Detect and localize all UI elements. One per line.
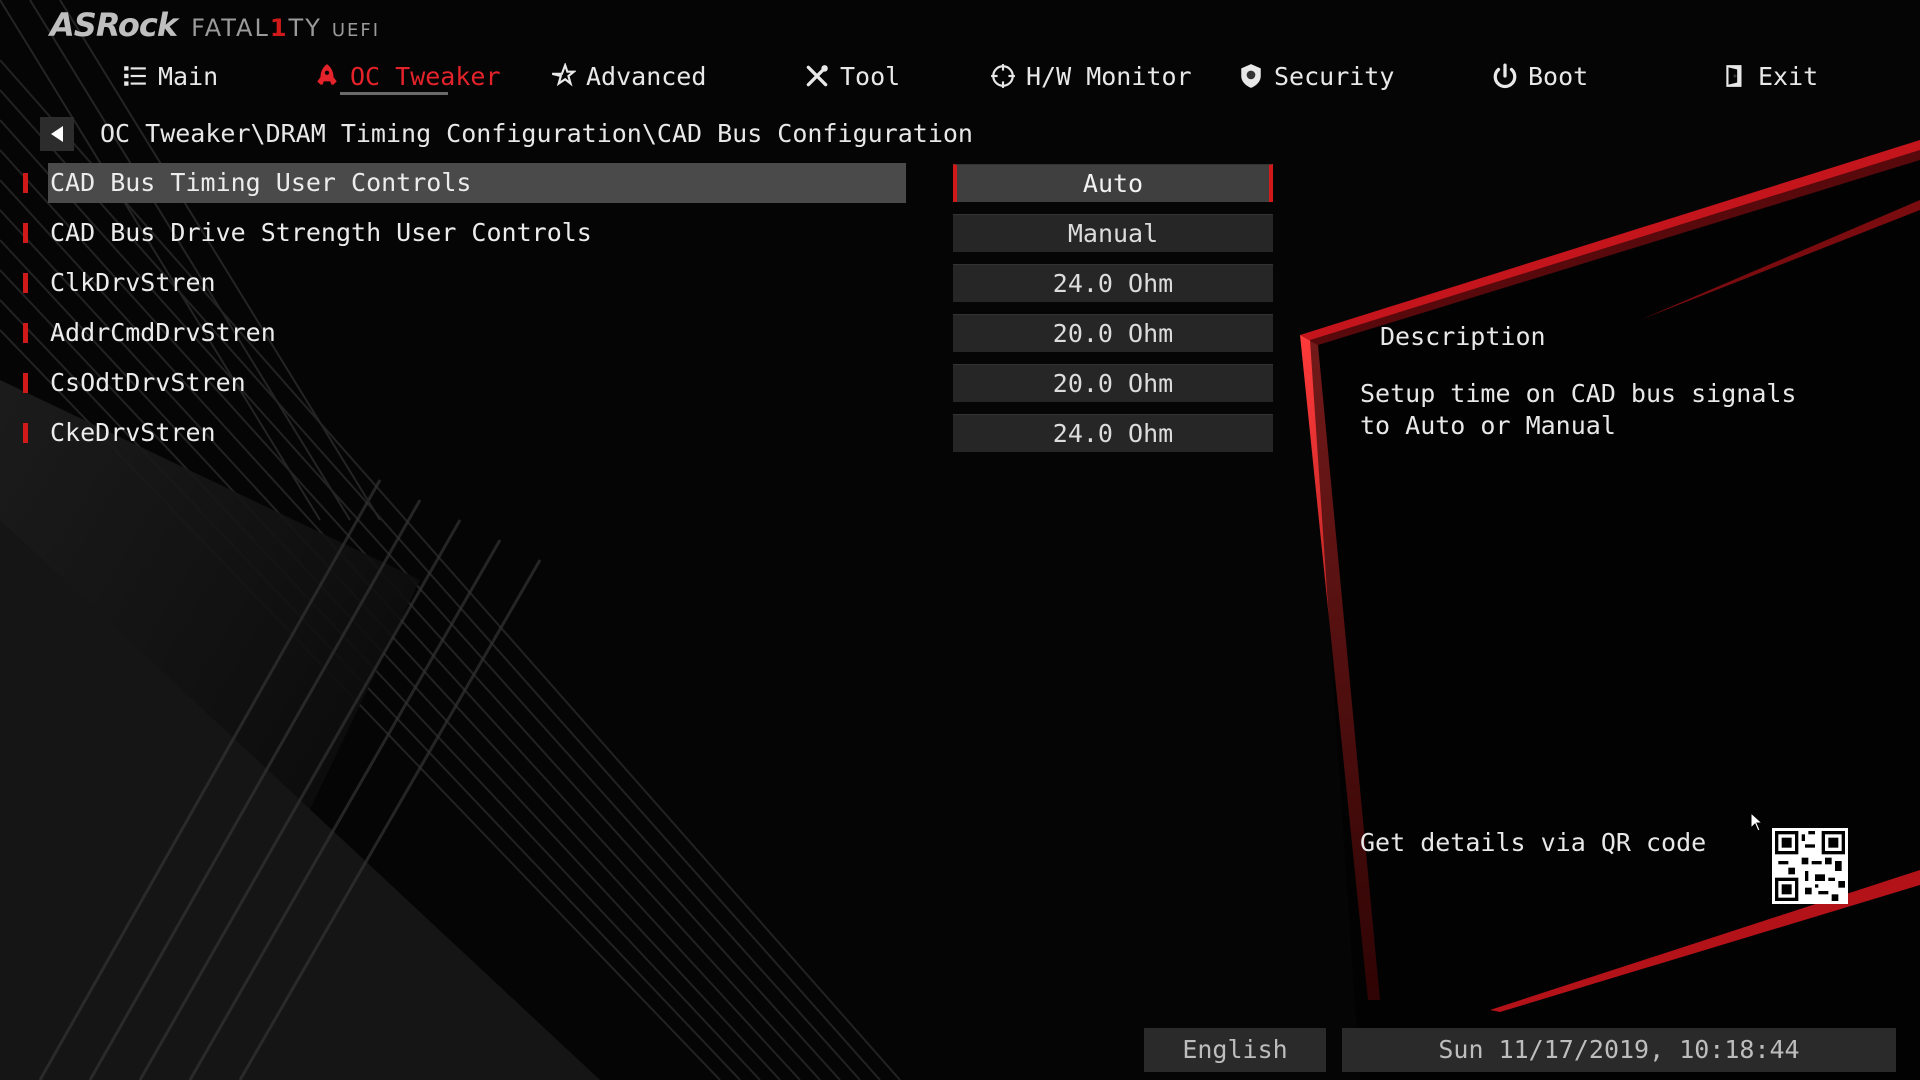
date-time-display: Sun 11/17/2019, 10:18:44 [1342,1028,1896,1072]
setting-label: CkeDrvStren [50,418,216,447]
value-ckedrvstren-dropdown[interactable]: 24.0 Ohm [953,414,1273,452]
tab-advanced-label: Advanced [586,61,707,91]
list-icon [124,66,146,86]
power-icon [1493,63,1517,89]
value-csodtdrvstren-dropdown[interactable]: 20.0 Ohm [953,364,1273,402]
value-addrcmddrvstren-dropdown[interactable]: 20.0 Ohm [953,314,1273,352]
tab-exit-label: Exit [1758,61,1819,91]
setting-label: CAD Bus Timing User Controls [50,168,472,197]
row-marker [23,223,28,243]
setting-label: CsOdtDrvStren [50,368,246,397]
value-cad-bus-drive-strength-dropdown[interactable]: Manual [953,214,1273,252]
back-button[interactable] [40,117,74,151]
star-icon [551,63,576,87]
setting-label: CAD Bus Drive Strength User Controls [50,218,592,247]
row-marker [23,423,28,443]
setting-row-ckedrvstren[interactable]: CkeDrvStren [0,413,960,453]
tab-security[interactable]: Security [1238,54,1394,98]
language-button[interactable]: English [1144,1028,1326,1072]
setting-row-addrcmddrvstren[interactable]: AddrCmdDrvStren [0,313,960,353]
tab-exit[interactable]: Exit [1722,54,1818,98]
background-graphic [0,0,1920,1080]
row-marker [23,373,28,393]
crosshair-icon [991,64,1015,88]
top-navigation: Main OC Tweaker Advanced Tool H/W Monito… [0,54,1920,98]
tools-icon [806,65,828,87]
rocket-icon [317,64,337,85]
breadcrumb: OC Tweaker\DRAM Timing Configuration\CAD… [100,119,973,148]
setting-row-csodtdrvstren[interactable]: CsOdtDrvStren [0,363,960,403]
asrock-fatality-logo: ASRock FATAL1TY UEFI [50,6,380,52]
tab-advanced[interactable]: Advanced [550,54,706,98]
row-marker [23,173,28,193]
tab-main[interactable]: Main [122,54,218,98]
shield-icon [1241,64,1261,88]
setting-row-cad-bus-timing[interactable]: CAD Bus Timing User Controls [0,163,960,203]
tab-main-label: Main [158,61,219,91]
row-marker [23,323,28,343]
back-arrow-icon [51,126,63,142]
row-marker [23,273,28,293]
brand-name: ASRock [50,6,178,44]
tab-security-label: Security [1274,61,1395,91]
tab-oc-tweaker-label: OC Tweaker [350,61,501,91]
tab-tool[interactable]: Tool [804,54,900,98]
value-clkdrvstren-dropdown[interactable]: 24.0 Ohm [953,264,1273,302]
description-title: Description [1380,322,1546,351]
tab-boot-label: Boot [1528,61,1589,91]
qr-code-icon [1775,831,1845,901]
qr-code-image[interactable] [1772,828,1848,904]
mouse-cursor-icon [1750,811,1764,836]
tab-tool-label: Tool [840,61,901,91]
setting-row-clkdrvstren[interactable]: ClkDrvStren [0,263,960,303]
setting-label: AddrCmdDrvStren [50,318,276,347]
setting-label: ClkDrvStren [50,268,216,297]
product-label: UEFI [331,20,381,41]
qr-code-caption: Get details via QR code [1360,828,1707,857]
setting-row-cad-bus-drive-strength[interactable]: CAD Bus Drive Strength User Controls [0,213,960,253]
exit-door-icon [1726,65,1742,87]
series-name: FATAL1TY [191,14,322,42]
tab-boot[interactable]: Boot [1492,54,1588,98]
description-text: Setup time on CAD bus signals to Auto or… [1360,379,1797,440]
tab-hw-monitor-label: H/W Monitor [1026,61,1192,91]
tab-hw-monitor[interactable]: H/W Monitor [990,54,1192,98]
value-cad-bus-timing-dropdown[interactable]: Auto [953,164,1273,202]
active-tab-underline [340,92,448,95]
